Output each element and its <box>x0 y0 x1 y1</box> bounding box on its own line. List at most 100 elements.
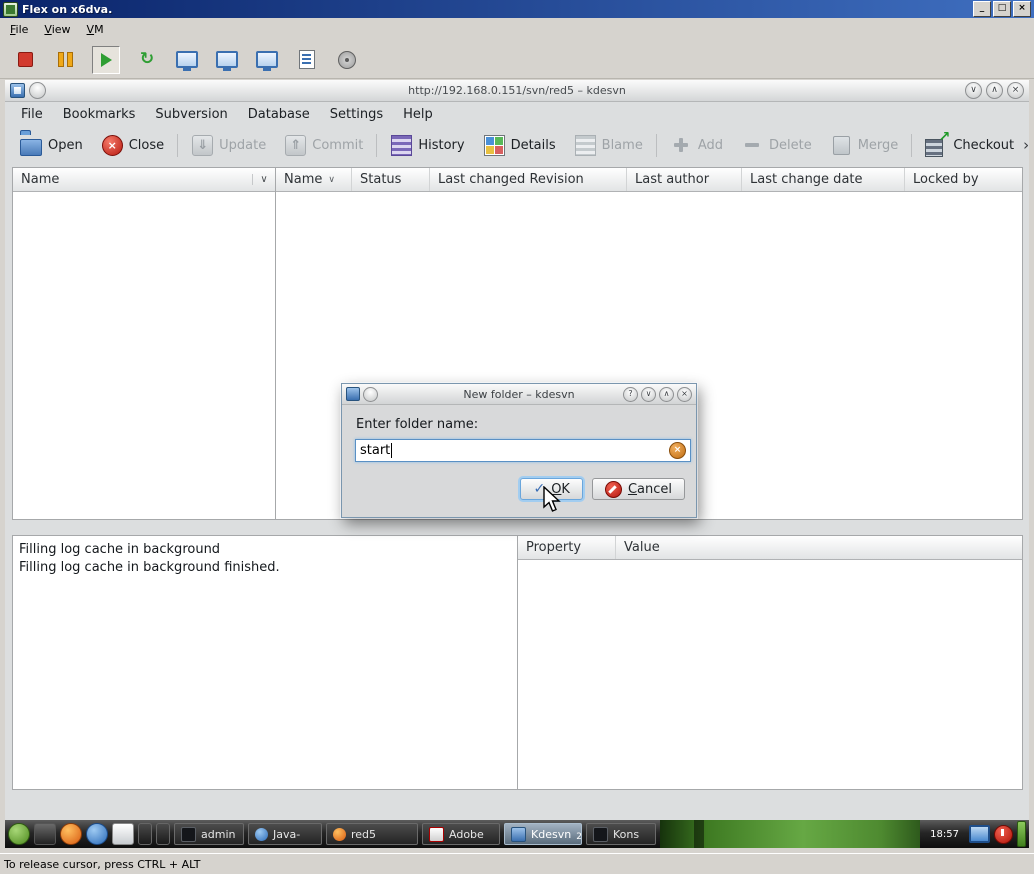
column-header-locked[interactable]: Locked by <box>905 168 1022 191</box>
vm-stop-button[interactable] <box>12 47 38 73</box>
show-desktop-button[interactable] <box>138 823 152 845</box>
cancel-button[interactable]: Cancel <box>591 478 685 500</box>
terminal-icon <box>181 826 196 842</box>
viewer-menu-file[interactable]: File <box>2 20 36 39</box>
menu-settings[interactable]: Settings <box>320 103 393 126</box>
display-tray-icon[interactable] <box>969 825 990 843</box>
menu-subversion[interactable]: Subversion <box>145 103 237 126</box>
column-header-author[interactable]: Last author <box>627 168 742 191</box>
kdesvn-maximize-button[interactable]: ∧ <box>986 82 1003 99</box>
sort-indicator-icon: ∨ <box>328 174 335 185</box>
menu-database[interactable]: Database <box>238 103 320 126</box>
clear-icon: × <box>673 445 682 455</box>
settings-page-icon <box>299 50 315 69</box>
log-output: Filling log cache in background Filling … <box>13 536 517 582</box>
viewer-titlebar[interactable]: Flex on x6dva. _ □ × <box>0 0 1034 18</box>
close-button[interactable]: × Close <box>92 131 173 159</box>
vm-snapshot-button[interactable] <box>214 47 240 73</box>
column-header-value[interactable]: Value <box>616 536 1022 559</box>
revision-header-label: Last changed Revision <box>438 172 584 187</box>
close-glyph: × <box>107 139 117 152</box>
clock[interactable]: 18:57 <box>924 829 965 840</box>
devices-icon <box>338 50 356 69</box>
close-icon: × <box>1018 3 1026 13</box>
task-java[interactable]: Java- <box>248 823 322 845</box>
dialog-close-button[interactable]: × <box>677 386 692 402</box>
toolbar-overflow-button[interactable]: › <box>1023 136 1029 154</box>
power-tray-icon[interactable] <box>994 824 1013 844</box>
kdesvn-app-icon <box>10 83 25 98</box>
viewer-menu-vm[interactable]: VM <box>79 20 112 39</box>
maximize-icon: □ <box>997 3 1007 13</box>
desktop-launcher-icon[interactable] <box>34 823 56 845</box>
menu-help[interactable]: Help <box>393 103 443 126</box>
menu-bookmarks[interactable]: Bookmarks <box>53 103 146 126</box>
dialog-help-button[interactable]: ? <box>623 386 638 402</box>
task-konsole[interactable]: Kons <box>586 823 656 845</box>
viewer-minimize-button[interactable]: _ <box>973 1 991 17</box>
cancel-icon <box>604 480 622 498</box>
task-red5[interactable]: red5 <box>326 823 418 845</box>
kdesvn-window-menu-button[interactable] <box>29 82 46 99</box>
tree-header[interactable]: Name ∨ <box>13 168 275 192</box>
browser-launcher-icon[interactable] <box>86 823 108 845</box>
taskbar: admin Java- red5 Adobe Kdesvn 2 Kons 18:… <box>5 820 1029 848</box>
app-menu-button[interactable] <box>8 823 30 845</box>
kdesvn-window-title: http://192.168.0.151/svn/red5 – kdesvn <box>408 84 626 97</box>
details-button[interactable]: Details <box>474 131 565 159</box>
vm-fullscreen-button[interactable] <box>254 47 280 73</box>
folder-name-value: start <box>360 443 391 458</box>
column-header-revision[interactable]: Last changed Revision <box>430 168 627 191</box>
panel-handle[interactable] <box>1017 821 1026 847</box>
column-header-status[interactable]: Status <box>352 168 430 191</box>
kdesvn-minimize-button[interactable]: ∨ <box>965 82 982 99</box>
commit-icon: ⇑ <box>285 135 307 156</box>
editor-launcher-icon[interactable] <box>112 823 134 845</box>
checkout-button[interactable]: ↗ Checkout <box>916 129 1023 159</box>
dialog-minimize-button[interactable]: ∨ <box>641 386 656 402</box>
task-adobe[interactable]: Adobe <box>422 823 500 845</box>
column-header-name[interactable]: Name ∨ <box>276 168 352 191</box>
vm-devices-button[interactable] <box>334 47 360 73</box>
checkout-arrow-icon: ↗ <box>938 129 951 145</box>
task-label: Kdesvn <box>531 827 572 841</box>
vm-pause-button[interactable] <box>52 47 78 73</box>
vm-play-button[interactable] <box>92 45 120 74</box>
dialog-window-menu-button[interactable] <box>363 386 378 402</box>
kdesvn-close-button[interactable]: × <box>1007 82 1024 99</box>
kdesvn-icon <box>511 826 526 842</box>
firefox-launcher-icon[interactable] <box>60 823 82 845</box>
task-kdesvn[interactable]: Kdesvn 2 <box>504 823 582 845</box>
chevron-down-icon: ∨ <box>970 85 977 95</box>
viewer-close-button[interactable]: × <box>1013 1 1031 17</box>
viewer-title: Flex on x6dva. <box>22 2 113 16</box>
vm-screen: http://192.168.0.151/svn/red5 – kdesvn ∨… <box>5 80 1029 848</box>
vm-console-button[interactable] <box>174 47 200 73</box>
viewer-maximize-button[interactable]: □ <box>993 1 1011 17</box>
column-header-property[interactable]: Property <box>518 536 616 559</box>
java-icon <box>255 827 268 841</box>
merge-button: Merge <box>821 131 908 159</box>
chevron-up-icon: ∧ <box>991 85 998 95</box>
kdesvn-titlebar[interactable]: http://192.168.0.151/svn/red5 – kdesvn ∨… <box>5 80 1029 102</box>
history-button[interactable]: History <box>381 131 473 159</box>
folder-name-input[interactable]: start × <box>355 439 691 462</box>
dialog-titlebar[interactable]: New folder – kdesvn ? ∨ ∧ × <box>342 384 696 405</box>
ok-button[interactable]: ✓ OK <box>520 478 583 500</box>
stop-icon <box>17 52 33 67</box>
refresh-icon: ↻ <box>139 49 155 69</box>
pager-button[interactable] <box>156 823 170 845</box>
viewer-menu-view[interactable]: View <box>36 20 78 39</box>
open-button[interactable]: Open <box>11 131 92 159</box>
blame-label: Blame <box>601 137 643 153</box>
vm-edit-settings-button[interactable] <box>294 47 320 73</box>
clear-input-button[interactable]: × <box>669 442 686 459</box>
vm-refresh-button[interactable]: ↻ <box>134 47 160 73</box>
dialog-maximize-button[interactable]: ∧ <box>659 386 674 402</box>
minimize-icon: _ <box>979 3 985 13</box>
log-panel[interactable]: Filling log cache in background Filling … <box>12 535 518 790</box>
task-admin[interactable]: admin <box>174 823 244 845</box>
chevron-down-icon[interactable]: ∨ <box>252 174 275 185</box>
column-header-date[interactable]: Last change date <box>742 168 905 191</box>
menu-file[interactable]: File <box>11 103 53 126</box>
